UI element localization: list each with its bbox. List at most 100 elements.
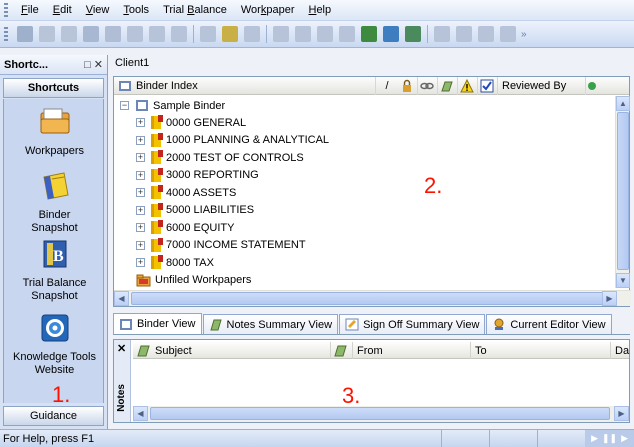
column-slash[interactable]: /	[376, 77, 398, 95]
notes-column-icon[interactable]	[438, 76, 458, 95]
tree-section-5000[interactable]: + 5000 LIABILITIES	[136, 202, 254, 219]
view-tabs: Binder View Notes Summary View Sign Off …	[113, 313, 630, 335]
notes-horizontal-scrollbar[interactable]: ◀ ▶	[133, 406, 629, 422]
checkmark-column-icon[interactable]	[478, 76, 498, 95]
expand-icon[interactable]: +	[136, 170, 145, 180]
tab-binder-view[interactable]: Binder View	[113, 313, 202, 334]
expand-icon[interactable]: +	[136, 153, 145, 162]
scroll-right-icon[interactable]: ▶	[602, 291, 617, 306]
tree-section-4000[interactable]: + 4000 ASSETS	[136, 184, 236, 201]
expand-icon[interactable]: +	[136, 240, 145, 250]
lock-icon[interactable]	[456, 26, 472, 42]
scroll-down-icon[interactable]: ▼	[616, 273, 630, 288]
scroll-up-icon[interactable]: ▲	[616, 96, 630, 111]
copy-doc-icon[interactable]	[434, 26, 450, 42]
nav-pause-icon[interactable]: ❚❚	[602, 433, 617, 444]
tree-section-3000[interactable]: + 3000 REPORTING	[136, 167, 259, 184]
expand-icon[interactable]: +	[136, 223, 145, 232]
shortcuts-pane-buttons[interactable]: □ ✕	[84, 58, 103, 71]
toolbar-overflow-icon[interactable]: »	[521, 29, 527, 40]
nav-prev-icon[interactable]: ▶	[591, 433, 598, 444]
binder-vertical-scrollbar[interactable]: ▲ ▼	[615, 96, 630, 288]
binder-horizontal-scrollbar[interactable]: ◀ ▶	[114, 290, 631, 306]
toolbar-grip[interactable]	[4, 27, 8, 41]
copy-icon[interactable]	[105, 26, 121, 42]
expand-icon[interactable]: +	[136, 258, 145, 267]
tree-unfiled-workpapers[interactable]: Unfiled Workpapers	[136, 272, 251, 289]
notes-panel-label[interactable]: Notes	[116, 384, 127, 412]
warning-column-icon[interactable]	[458, 76, 478, 95]
tree-section-1000[interactable]: + 1000 PLANNING & ANALYTICAL	[136, 132, 329, 149]
column-reviewed-by[interactable]: Reviewed By	[498, 76, 586, 95]
menu-edit[interactable]: Edit	[46, 0, 79, 21]
expand-icon[interactable]: +	[136, 135, 145, 145]
expand-icon[interactable]: +	[136, 188, 145, 197]
move-up-icon[interactable]	[361, 26, 377, 42]
menu-workpaper[interactable]: Workpaper	[234, 0, 302, 21]
column-to[interactable]: To	[471, 342, 611, 359]
gear-icon[interactable]	[149, 26, 165, 42]
document-tab-client1[interactable]: Client1	[113, 55, 149, 72]
settings-icon[interactable]	[127, 26, 143, 42]
sign-icon[interactable]	[244, 26, 260, 42]
status-navigation[interactable]: ▶ ❚❚ ▶	[585, 429, 634, 447]
menu-trial-balance[interactable]: Trial Balance	[156, 0, 234, 21]
status-cells: ▶ ❚❚ ▶	[441, 429, 634, 447]
tree-section-8000[interactable]: + 8000 TAX	[136, 254, 214, 271]
menu-help[interactable]: Help	[301, 0, 338, 21]
column-note-type-icon[interactable]	[331, 342, 353, 359]
menu-grip[interactable]	[4, 3, 8, 17]
shortcut-binder-snapshot[interactable]: Binder Snapshot	[4, 171, 105, 235]
clipboard-icon[interactable]	[339, 26, 355, 42]
shortcuts-pane: Shortc... □ ✕ Shortcuts Workpapers Binde…	[0, 55, 108, 429]
open-document-icon[interactable]	[61, 26, 77, 42]
print-icon[interactable]	[171, 26, 187, 42]
move-down-icon[interactable]	[383, 26, 399, 42]
link-column-icon[interactable]	[418, 76, 438, 95]
unlock-icon[interactable]	[478, 26, 494, 42]
guidance-button[interactable]: Guidance	[3, 406, 104, 426]
new-binder-icon[interactable]	[17, 26, 33, 42]
lock-column-icon[interactable]	[398, 76, 418, 95]
refresh-icon[interactable]	[405, 26, 421, 42]
notes-scroll-right-icon[interactable]: ▶	[614, 406, 629, 421]
notes-hscroll-thumb[interactable]	[150, 407, 610, 420]
tree-section-0000[interactable]: + 0000 GENERAL	[136, 114, 246, 131]
link-icon[interactable]	[500, 26, 516, 42]
column-subject[interactable]: Subject	[133, 342, 331, 359]
workpapers-icon	[40, 108, 69, 134]
expand-icon[interactable]: +	[136, 118, 145, 127]
tree-root-sample-binder[interactable]: − Sample Binder	[120, 97, 225, 114]
tab-sign-off-summary-view[interactable]: Sign Off Summary View	[339, 314, 486, 334]
shortcut-trial-balance-snapshot[interactable]: B Trial Balance Snapshot	[4, 239, 105, 303]
menu-view[interactable]: View	[79, 0, 117, 21]
shortcut-knowledge-tools[interactable]: Knowledge Tools Website	[4, 313, 105, 377]
tab-notes-summary-view[interactable]: Notes Summary View	[202, 314, 339, 334]
tree-section-6000[interactable]: + 6000 EQUITY	[136, 219, 234, 236]
notes-scroll-left-icon[interactable]: ◀	[133, 406, 148, 421]
scroll-left-icon[interactable]: ◀	[114, 291, 129, 306]
column-date[interactable]: Da	[611, 342, 629, 359]
folder-icon[interactable]	[200, 26, 216, 42]
tree-section-7000[interactable]: + 7000 INCOME STATEMENT	[136, 237, 306, 254]
new-document-icon[interactable]	[39, 26, 55, 42]
column-from[interactable]: From	[353, 342, 471, 359]
paste-icon[interactable]	[295, 26, 311, 42]
properties-icon[interactable]	[83, 26, 99, 42]
collapse-icon[interactable]: −	[120, 101, 129, 110]
cut-icon[interactable]	[273, 26, 289, 42]
paste-special-icon[interactable]	[317, 26, 333, 42]
notes-close-icon[interactable]: ✕	[117, 342, 126, 355]
column-binder-index[interactable]: Binder Index	[114, 76, 376, 95]
shortcut-workpapers[interactable]: Workpapers	[4, 107, 105, 158]
shortcuts-header[interactable]: Shortcuts	[3, 78, 104, 98]
tab-current-editor-view[interactable]: Current Editor View	[486, 314, 612, 334]
expand-icon[interactable]: +	[136, 205, 145, 215]
nav-next-icon[interactable]: ▶	[621, 433, 628, 444]
menu-tools[interactable]: Tools	[116, 0, 156, 21]
binder-vscroll-thumb[interactable]	[617, 112, 629, 270]
tree-section-2000[interactable]: + 2000 TEST OF CONTROLS	[136, 149, 304, 166]
binder-hscroll-thumb[interactable]	[131, 292, 611, 305]
menu-file[interactable]: File	[14, 0, 46, 21]
binder-icon[interactable]	[222, 26, 238, 42]
